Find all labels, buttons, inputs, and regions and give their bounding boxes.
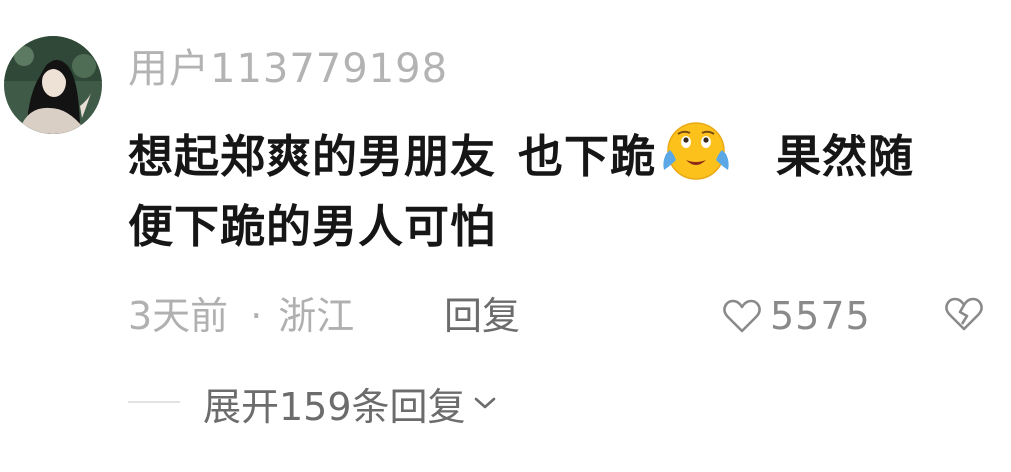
- meta-separator: ·: [250, 294, 263, 338]
- comment-line-2: 便下跪的男人可怕: [128, 200, 497, 253]
- comment-text-part-3: 果然随: [776, 130, 915, 183]
- comment-time: 3天前: [128, 294, 229, 338]
- comment-text: 想起郑爽的男朋友 也下跪 果然随 便下跪的男人可怕: [128, 120, 998, 262]
- avatar[interactable]: [4, 36, 102, 134]
- avatar-image: [4, 36, 102, 134]
- comment-meta: 3天前 · 浙江: [128, 292, 354, 340]
- expand-divider: [128, 401, 180, 403]
- like-count: 5575: [770, 294, 871, 338]
- comment-text-part-2: 也下跪: [518, 130, 657, 183]
- reply-button[interactable]: 回复: [444, 292, 520, 340]
- comment-line-1: 想起郑爽的男朋友 也下跪 果然随: [128, 120, 998, 192]
- comment-location: 浙江: [278, 294, 355, 338]
- like-button[interactable]: 5575: [722, 292, 871, 340]
- expand-replies-label: 展开159条回复: [203, 384, 466, 429]
- heart-icon: [723, 299, 761, 333]
- comment-text-part-1: 想起郑爽的男朋友: [128, 130, 497, 183]
- dislike-button[interactable]: [944, 294, 984, 334]
- chevron-down-icon: [474, 397, 495, 409]
- expand-replies-button[interactable]: 展开159条回复: [203, 378, 496, 429]
- crying-laughing-face-icon: [656, 120, 736, 182]
- broken-heart-icon: [945, 297, 983, 331]
- comment-item: 用户113779198 想起郑爽的男朋友 也下跪 果然随 便下跪的男人可怕 3天前…: [0, 0, 1011, 472]
- username[interactable]: 用户113779198: [128, 44, 448, 94]
